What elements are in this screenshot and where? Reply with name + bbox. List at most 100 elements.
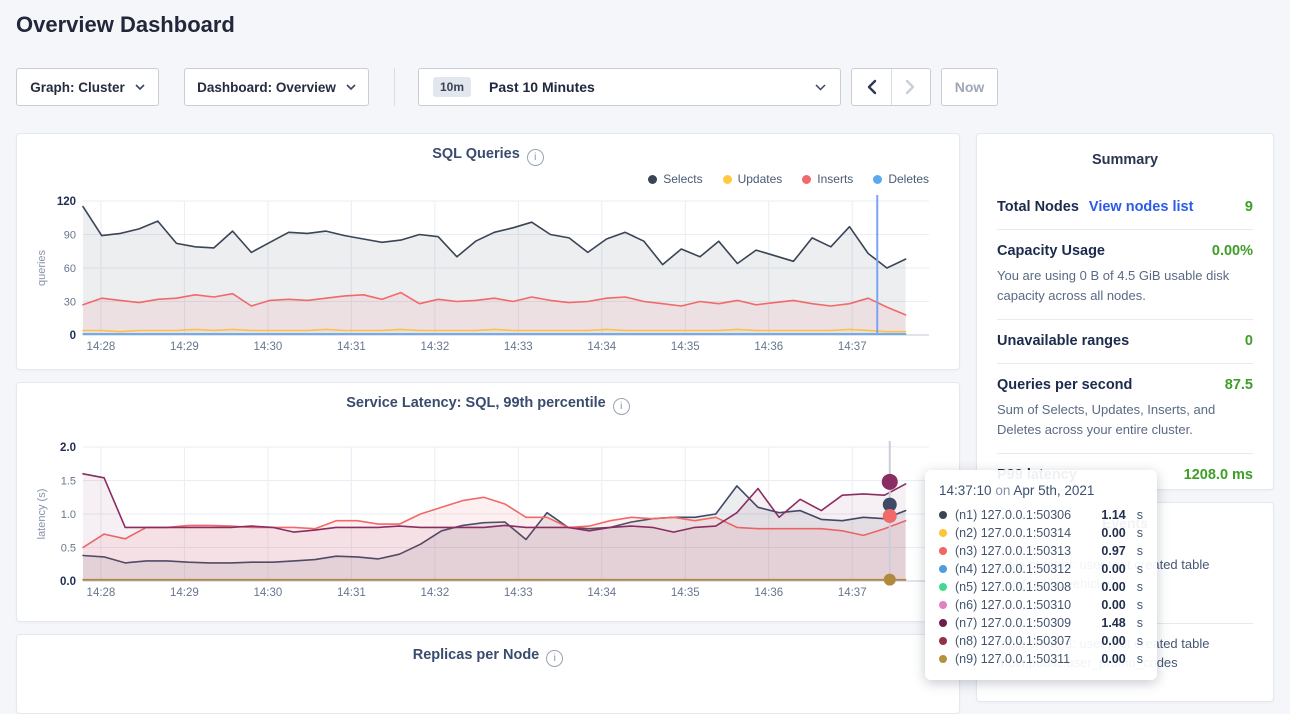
node-dot-icon [939, 511, 947, 519]
sql-queries-legend: SelectsUpdatesInsertsDeletes [648, 172, 929, 186]
legend-item: Updates [723, 172, 783, 186]
svg-text:14:37: 14:37 [838, 587, 867, 599]
summary-panel: Summary Total Nodes View nodes list 9 Ca… [976, 133, 1274, 490]
graph-dropdown-label: Graph: Cluster [30, 80, 125, 95]
tooltip-row: (n9) 127.0.0.1:503110.00s [939, 650, 1143, 668]
next-range-button[interactable] [892, 69, 931, 105]
chevron-down-icon [135, 84, 145, 90]
svg-text:0.0: 0.0 [60, 576, 76, 588]
node-dot-icon [939, 601, 947, 609]
svg-text:1.5: 1.5 [61, 476, 76, 488]
chart-hover-tooltip: 14:37:10 on Apr 5th, 2021 (n1) 127.0.0.1… [925, 470, 1157, 680]
svg-text:14:29: 14:29 [170, 341, 199, 353]
node-dot-icon [939, 547, 947, 555]
sql-queries-title: SQL Queries i [17, 146, 959, 166]
node-dot-icon [939, 529, 947, 537]
svg-text:14:31: 14:31 [337, 587, 366, 599]
svg-text:14:32: 14:32 [420, 587, 449, 599]
total-nodes-value: 9 [1245, 199, 1253, 215]
node-dot-icon [939, 619, 947, 627]
node-dot-icon [939, 637, 947, 645]
time-range-label: Past 10 Minutes [489, 79, 595, 95]
node-dot-icon [939, 583, 947, 591]
capacity-usage-value: 0.00% [1212, 243, 1253, 259]
summary-row-qps: Queries per second 87.5 Sum of Selects, … [997, 363, 1253, 453]
summary-title: Summary [977, 134, 1273, 178]
svg-text:14:28: 14:28 [87, 341, 116, 353]
tooltip-row: (n3) 127.0.0.1:503130.97s [939, 542, 1143, 560]
svg-text:14:34: 14:34 [587, 341, 616, 353]
capacity-usage-label: Capacity Usage [997, 243, 1105, 259]
svg-text:14:37: 14:37 [838, 341, 867, 353]
chevron-right-icon [905, 79, 916, 95]
replicas-per-node-panel: Replicas per Node i [16, 634, 960, 714]
svg-text:14:30: 14:30 [254, 587, 283, 599]
time-pager [851, 68, 931, 106]
summary-row-total-nodes: Total Nodes View nodes list 9 [997, 186, 1253, 229]
time-range-dropdown[interactable]: 10m Past 10 Minutes [418, 68, 841, 106]
legend-item: Inserts [802, 172, 853, 186]
total-nodes-label: Total Nodes [997, 199, 1079, 215]
legend-item: Deletes [873, 172, 929, 186]
info-icon[interactable]: i [613, 398, 630, 415]
sql-queries-panel: SQL Queriesi SelectsUpdatesInsertsDelete… [16, 133, 960, 370]
svg-text:30: 30 [64, 297, 76, 309]
chart-title-text: Replicas per Node [413, 647, 540, 663]
replicas-per-node-title: Replicas per Node i [17, 647, 959, 667]
legend-dot-icon [873, 175, 882, 184]
service-latency-chart[interactable]: 14:2814:2914:3014:3114:3214:3314:3414:35… [33, 431, 945, 601]
svg-text:14:31: 14:31 [337, 341, 366, 353]
chevron-down-icon [815, 84, 826, 91]
chevron-left-icon [866, 79, 877, 95]
svg-text:queries: queries [36, 249, 48, 286]
toolbar-divider [394, 68, 395, 106]
info-icon[interactable]: i [546, 650, 563, 667]
summary-row-capacity: Capacity Usage 0.00% You are using 0 B o… [997, 229, 1253, 319]
svg-text:14:29: 14:29 [170, 587, 199, 599]
svg-text:14:35: 14:35 [671, 341, 700, 353]
svg-text:14:36: 14:36 [754, 341, 783, 353]
qps-label: Queries per second [997, 377, 1132, 393]
tooltip-row: (n1) 127.0.0.1:503061.14s [939, 506, 1143, 524]
time-range-badge: 10m [433, 77, 471, 97]
svg-text:14:36: 14:36 [754, 587, 783, 599]
svg-text:2.0: 2.0 [60, 442, 76, 454]
svg-text:1.0: 1.0 [61, 509, 76, 521]
tooltip-timestamp: 14:37:10 on Apr 5th, 2021 [939, 483, 1143, 498]
chevron-down-icon [346, 84, 356, 90]
view-nodes-list-link[interactable]: View nodes list [1089, 199, 1194, 215]
now-button[interactable]: Now [941, 68, 998, 106]
svg-text:90: 90 [64, 230, 76, 242]
tooltip-row: (n7) 127.0.0.1:503091.48s [939, 614, 1143, 632]
chart-title-text: Service Latency: SQL, 99th percentile [346, 395, 606, 411]
page-title: Overview Dashboard [16, 12, 235, 38]
graph-dropdown[interactable]: Graph: Cluster [16, 68, 159, 106]
sql-queries-chart[interactable]: 14:2814:2914:3014:3114:3214:3314:3414:35… [33, 191, 945, 359]
qps-value: 87.5 [1225, 377, 1253, 393]
svg-text:120: 120 [57, 196, 76, 208]
svg-text:14:35: 14:35 [671, 587, 700, 599]
tooltip-row: (n8) 127.0.0.1:503070.00s [939, 632, 1143, 650]
unavailable-ranges-value: 0 [1245, 333, 1253, 349]
capacity-usage-desc: You are using 0 B of 4.5 GiB usable disk… [997, 266, 1253, 305]
qps-desc: Sum of Selects, Updates, Inserts, and De… [997, 400, 1253, 439]
svg-text:14:28: 14:28 [87, 587, 116, 599]
summary-row-unavailable-ranges: Unavailable ranges 0 [997, 319, 1253, 363]
svg-text:60: 60 [64, 263, 76, 275]
prev-range-button[interactable] [852, 69, 892, 105]
svg-text:latency (s): latency (s) [36, 489, 48, 540]
legend-dot-icon [723, 175, 732, 184]
info-icon[interactable]: i [527, 149, 544, 166]
tooltip-row: (n5) 127.0.0.1:503080.00s [939, 578, 1143, 596]
node-dot-icon [939, 655, 947, 663]
unavailable-ranges-label: Unavailable ranges [997, 333, 1129, 349]
svg-text:14:30: 14:30 [254, 341, 283, 353]
svg-text:14:33: 14:33 [504, 341, 533, 353]
service-latency-panel: Service Latency: SQL, 99th percentile i 1… [16, 382, 960, 622]
chart-title-text: SQL Queries [432, 146, 520, 162]
tooltip-row: (n6) 127.0.0.1:503100.00s [939, 596, 1143, 614]
dashboard-dropdown[interactable]: Dashboard: Overview [184, 68, 369, 106]
service-latency-title: Service Latency: SQL, 99th percentile i [17, 395, 959, 415]
svg-text:14:33: 14:33 [504, 587, 533, 599]
node-dot-icon [939, 565, 947, 573]
